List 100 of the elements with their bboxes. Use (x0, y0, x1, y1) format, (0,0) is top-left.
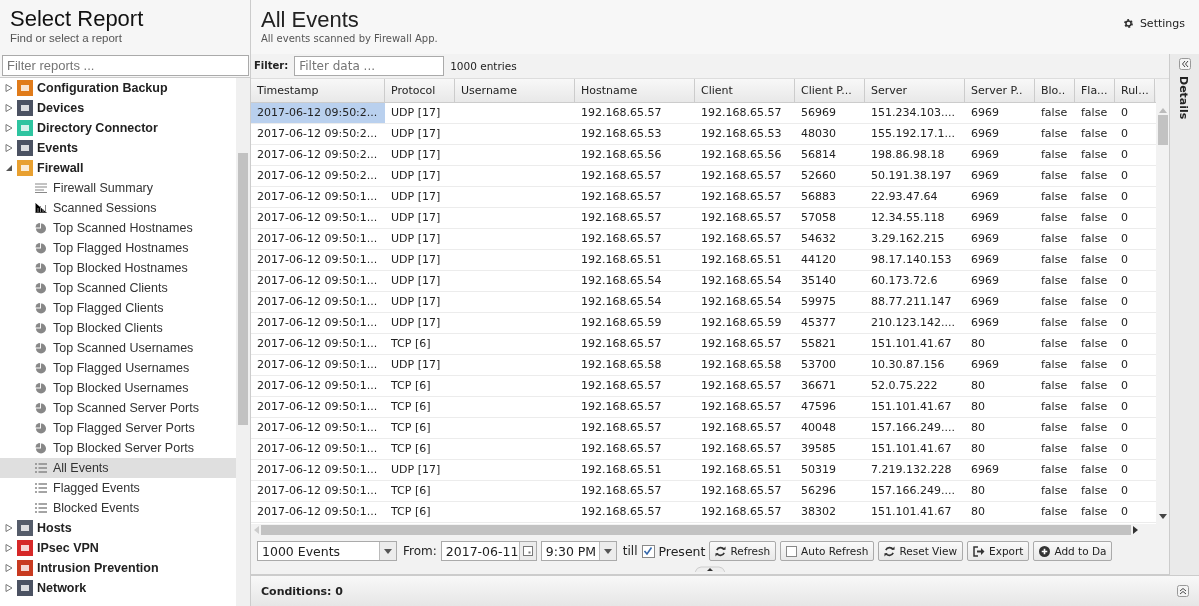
table-row[interactable]: 2017-06-12 09:50:1... UDP [17] 192.168.65.54 192.168.65.54 35140 60.173.72.6 6969 false false 0 (251, 270, 1156, 292)
scrollbar[interactable] (1156, 78, 1169, 525)
table-cell-text: 88.77.211.147 (870, 293, 953, 310)
report-item[interactable]: Blocked Events (0, 498, 236, 518)
settings-button[interactable]: Settings (1118, 13, 1189, 33)
table-row[interactable]: 2017-06-12 09:50:1... TCP [6] 192.168.65.57 192.168.65.57 55821 151.101.41.67 80 false false 0 (251, 333, 1156, 355)
table-cell-text: false (1040, 188, 1069, 205)
toolbar-button[interactable]: Refresh (709, 541, 777, 562)
table-row[interactable]: 2017-06-12 09:50:2... UDP [17] 192.168.65.57 192.168.65.57 56969 151.234.103.... 6969 false false 0 (251, 102, 1156, 124)
table-cell-text: TCP [6] (390, 377, 432, 394)
toolbar-button[interactable]: Export (967, 541, 1030, 562)
table-cell-text: UDP [17] (390, 146, 442, 163)
tree-category[interactable]: Directory Connector (0, 118, 236, 138)
report-item[interactable]: Top Scanned Server Ports (0, 398, 236, 418)
tree-category[interactable]: Firewall (0, 158, 236, 178)
report-item[interactable]: Top Scanned Clients (0, 278, 236, 298)
report-item[interactable]: Top Flagged Usernames (0, 358, 236, 378)
tree-category[interactable]: Hosts (0, 518, 236, 538)
table-cell-text: false (1080, 188, 1109, 205)
details-panel-tab[interactable]: Details (1169, 54, 1199, 575)
column-header[interactable]: Rul... (1115, 78, 1155, 102)
report-item[interactable]: Top Flagged Clients (0, 298, 236, 318)
tree-category[interactable]: Network (0, 578, 236, 598)
report-item[interactable]: Top Blocked Clients (0, 318, 236, 338)
column-header[interactable]: Client (695, 78, 795, 102)
expand-triangle-icon[interactable] (5, 564, 13, 572)
report-item[interactable]: Scanned Sessions (0, 198, 236, 218)
table-row[interactable]: 2017-06-12 09:50:1... UDP [17] 192.168.65.57 192.168.65.57 56883 22.93.47.64 6969 false false 0 (251, 186, 1156, 208)
report-item[interactable]: Top Scanned Usernames (0, 338, 236, 358)
expand-triangle-icon[interactable] (5, 104, 13, 112)
report-item[interactable]: Top Blocked Hostnames (0, 258, 236, 278)
report-item[interactable]: Firewall Summary (0, 178, 236, 198)
toolbar-button[interactable]: Add to Da (1033, 541, 1113, 562)
scroll-right-icon[interactable] (1133, 526, 1139, 535)
table-row[interactable]: 2017-06-12 09:50:2... UDP [17] 192.168.65.56 192.168.65.56 56814 198.86.98.18 6969 false false 0 (251, 144, 1156, 166)
table-row[interactable]: 2017-06-12 09:50:1... UDP [17] 192.168.65.51 192.168.65.51 44120 98.17.140.153 6969 false false 0 (251, 249, 1156, 271)
expand-icon[interactable] (1178, 58, 1191, 70)
table-cell-text: 0 (1120, 461, 1129, 478)
tree-category[interactable]: Events (0, 138, 236, 158)
auto-refresh-toggle[interactable]: Auto Refresh (780, 541, 875, 562)
scrollbar-thumb[interactable] (261, 525, 1131, 536)
table-cell-text: 6969 (970, 188, 1000, 205)
tree-category[interactable]: IPsec VPN (0, 538, 236, 558)
report-item[interactable]: Top Flagged Server Ports (0, 418, 236, 438)
present-checkbox[interactable]: Present (641, 543, 706, 559)
table-row[interactable]: 2017-06-12 09:50:1... TCP [6] 192.168.65.57 192.168.65.57 39585 151.101.41.67 80 false false 0 (251, 438, 1156, 460)
table-row[interactable]: 2017-06-12 09:50:1... UDP [17] 192.168.65.59 192.168.65.59 45377 210.123.142.... 6969 false false 0 (251, 312, 1156, 334)
expand-triangle-icon[interactable] (5, 584, 13, 592)
scrollbar-thumb[interactable] (1157, 114, 1168, 145)
tree-category[interactable]: Devices (0, 98, 236, 118)
table-row[interactable]: 2017-06-12 09:50:1... UDP [17] 192.168.65.58 192.168.65.58 53700 10.30.87.156 6969 false false 0 (251, 354, 1156, 376)
column-header[interactable]: Server P.. (965, 78, 1035, 102)
column-header[interactable]: Blo.. (1035, 78, 1075, 102)
scrollbar[interactable] (236, 78, 250, 606)
collapse-triangle-icon[interactable] (5, 164, 13, 172)
caret-icon (384, 548, 392, 554)
table-cell-text: 192.168.65.57 (580, 419, 663, 436)
tree-category[interactable]: Intrusion Prevention (0, 558, 236, 578)
report-item[interactable]: Top Flagged Hostnames (0, 238, 236, 258)
table-row[interactable]: 2017-06-12 09:50:1... TCP [6] 192.168.65.57 192.168.65.57 40048 157.166.249.... 80 false false 0 (251, 417, 1156, 439)
report-item[interactable]: Top Blocked Server Ports (0, 438, 236, 458)
report-item[interactable]: Top Scanned Hostnames (0, 218, 236, 238)
filter-data-field[interactable]: Filter data ... (294, 55, 445, 76)
table-row[interactable]: 2017-06-12 09:50:1... TCP [6] 192.168.65.57 192.168.65.57 38302 151.101.41.67 80 false false 0 (251, 501, 1156, 523)
scrollbar-thumb[interactable] (238, 153, 248, 425)
report-item[interactable]: Top Blocked Usernames (0, 378, 236, 398)
table-cell-text: false (1080, 356, 1109, 373)
list-icon (35, 483, 47, 493)
expand-triangle-icon[interactable] (5, 144, 13, 152)
table-row[interactable]: 2017-06-12 09:50:1... TCP [6] 192.168.65.57 192.168.65.57 47596 151.101.41.67 80 false false 0 (251, 396, 1156, 418)
filter-reports-field[interactable]: Filter reports ... (2, 55, 249, 76)
expand-icon[interactable] (1177, 585, 1189, 597)
table-row[interactable]: 2017-06-12 09:50:1... TCP [6] 192.168.65.57 192.168.65.57 36671 52.0.75.222 80 false false 0 (251, 375, 1156, 397)
table-row[interactable]: 2017-06-12 09:50:1... UDP [17] 192.168.65.51 192.168.65.51 50319 7.219.132.228 6969 false false 0 (251, 459, 1156, 481)
table-row[interactable]: 2017-06-12 09:50:1... TCP [6] 192.168.65.57 192.168.65.57 56296 157.166.249.... 80 false false 0 (251, 480, 1156, 502)
column-header[interactable]: Timestamp (251, 78, 385, 102)
table-row[interactable]: 2017-06-12 09:50:1... UDP [17] 192.168.65.57 192.168.65.57 54632 3.29.162.215 6969 false false 0 (251, 228, 1156, 250)
expand-triangle-icon[interactable] (5, 124, 13, 132)
column-header[interactable]: Username (455, 78, 575, 102)
column-header[interactable]: Hostname (575, 78, 695, 102)
scroll-down-icon[interactable] (1158, 514, 1167, 521)
report-item[interactable]: All Events (0, 458, 236, 478)
event-limit-dropdown[interactable]: 1000 Events (257, 541, 397, 562)
report-item[interactable]: Flagged Events (0, 478, 236, 498)
expand-triangle-icon[interactable] (5, 84, 13, 92)
column-header[interactable]: Client P... (795, 78, 865, 102)
table-row[interactable]: 2017-06-12 09:50:1... UDP [17] 192.168.65.54 192.168.65.54 59975 88.77.211.147 6969 false false 0 (251, 291, 1156, 313)
date-field[interactable]: 2017-06-11 (440, 541, 537, 562)
expand-triangle-icon[interactable] (5, 544, 13, 552)
column-header[interactable]: Protocol (385, 78, 455, 102)
tree-category[interactable]: Configuration Backup (0, 78, 236, 98)
table-row[interactable]: 2017-06-12 09:50:1... UDP [17] 192.168.65.57 192.168.65.57 57058 12.34.55.118 6969 false false 0 (251, 207, 1156, 229)
column-header[interactable]: Server (865, 78, 965, 102)
column-header[interactable]: Fla... (1075, 78, 1115, 102)
expand-triangle-icon[interactable] (5, 524, 13, 532)
toolbar-button[interactable]: Reset View (878, 541, 964, 562)
table-row[interactable]: 2017-06-12 09:50:2... UDP [17] 192.168.65.53 192.168.65.53 48030 155.192.17.1... 6969 false false 0 (251, 123, 1156, 145)
time-dropdown[interactable]: 9:30 PM (540, 541, 617, 562)
table-row[interactable]: 2017-06-12 09:50:2... UDP [17] 192.168.65.57 192.168.65.57 52660 50.191.38.197 6969 false false 0 (251, 165, 1156, 187)
collapse-handle-icon[interactable] (695, 566, 725, 573)
